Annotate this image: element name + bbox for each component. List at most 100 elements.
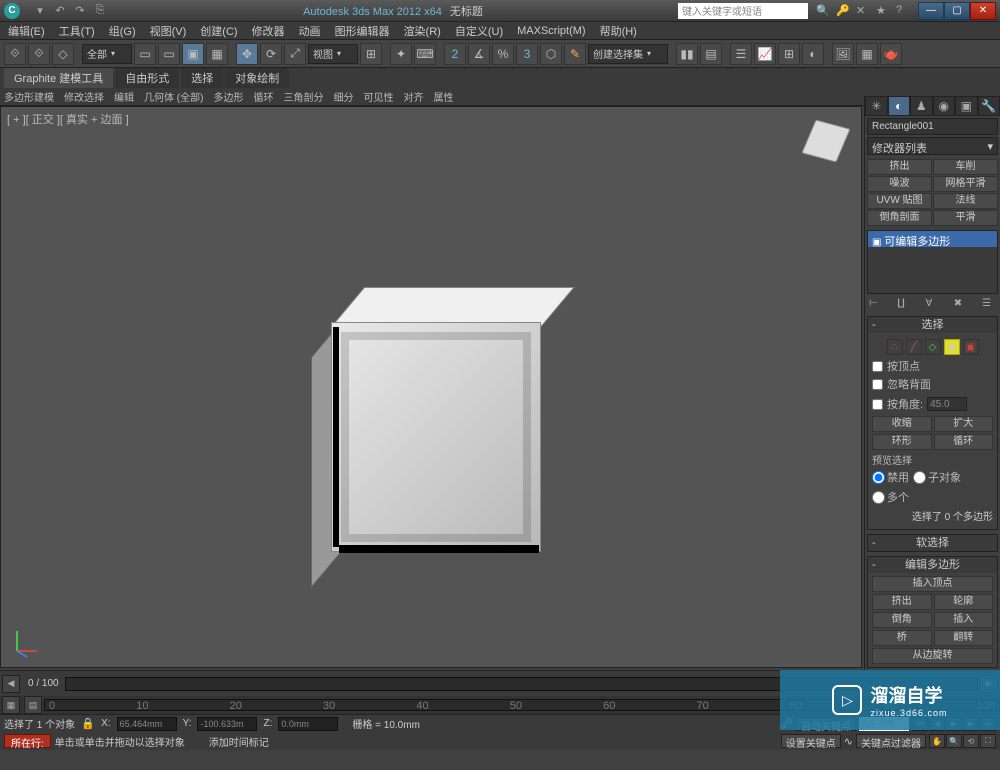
- subobj-vertex-icon[interactable]: ∴: [887, 339, 903, 355]
- ribbon-panel-edit[interactable]: 编辑: [114, 89, 134, 104]
- lock-icon[interactable]: 🔒: [81, 717, 95, 731]
- align-icon[interactable]: ▤: [700, 43, 722, 65]
- preview-subobj-radio[interactable]: 子对象: [913, 469, 961, 485]
- ref-coord-dropdown[interactable]: 视图: [308, 44, 358, 64]
- coord-z[interactable]: 0.0mm: [278, 717, 338, 731]
- qat-link-icon[interactable]: ⎘: [92, 3, 108, 19]
- ribbon-tab-paint[interactable]: 对象绘制: [225, 68, 289, 88]
- move-icon[interactable]: ✥: [236, 43, 258, 65]
- pivot-icon[interactable]: ⊞: [360, 43, 382, 65]
- bridge-button[interactable]: 桥: [872, 630, 932, 646]
- menu-group[interactable]: 组(G): [109, 23, 136, 39]
- material-editor-icon[interactable]: ◐: [802, 43, 824, 65]
- tab-create-icon[interactable]: ✳: [865, 96, 888, 116]
- location-button[interactable]: 所在行:: [4, 734, 51, 748]
- stack-unique-icon[interactable]: ∀: [926, 298, 940, 312]
- mod-noise[interactable]: 噪波: [867, 176, 932, 192]
- menu-edit[interactable]: 编辑(E): [8, 23, 45, 39]
- modifier-stack[interactable]: ▣ 可编辑多边形: [867, 230, 998, 294]
- menu-graph[interactable]: 图形编辑器: [335, 23, 390, 39]
- qat-undo-icon[interactable]: ↶: [52, 3, 68, 19]
- qat-new-icon[interactable]: ▾: [32, 3, 48, 19]
- flip-button[interactable]: 翻转: [934, 630, 994, 646]
- key-filters-button[interactable]: 关键点过滤器: [856, 734, 926, 748]
- subobj-edge-icon[interactable]: ╱: [906, 339, 922, 355]
- timeslider-prev-icon[interactable]: ◀: [2, 675, 20, 693]
- grow-button[interactable]: 扩大: [934, 416, 994, 432]
- render-icon[interactable]: 🫖: [880, 43, 902, 65]
- minimize-button[interactable]: —: [918, 2, 944, 20]
- tab-utilities-icon[interactable]: 🔧: [978, 96, 1000, 116]
- menu-maxscript[interactable]: MAXScript(M): [517, 25, 585, 37]
- unlink-icon[interactable]: ⟐: [28, 43, 50, 65]
- tab-hierarchy-icon[interactable]: ♟: [910, 96, 933, 116]
- ribbon-panel-subdiv[interactable]: 细分: [333, 89, 353, 104]
- select-icon[interactable]: ▭: [134, 43, 156, 65]
- tab-display-icon[interactable]: ▣: [955, 96, 978, 116]
- subobj-polygon-icon[interactable]: ■: [944, 339, 960, 355]
- rollout-selection-header[interactable]: 选择: [868, 317, 997, 333]
- mod-lathe[interactable]: 车削: [933, 159, 998, 175]
- tab-modify-icon[interactable]: ◐: [888, 96, 911, 116]
- menu-views[interactable]: 视图(V): [150, 23, 187, 39]
- snap-angle-icon[interactable]: ∡: [468, 43, 490, 65]
- menu-render[interactable]: 渲染(R): [404, 23, 441, 39]
- stack-show-icon[interactable]: ∐: [897, 298, 911, 312]
- ribbon-panel-vis[interactable]: 可见性: [363, 89, 393, 104]
- trackbar-toggle-icon[interactable]: ▦: [2, 696, 20, 714]
- select-region-icon[interactable]: ▣: [182, 43, 204, 65]
- nav-pan-icon[interactable]: ✋: [929, 734, 945, 748]
- keyboard-icon[interactable]: ⌨: [414, 43, 436, 65]
- inset-button[interactable]: 插入: [934, 612, 994, 628]
- ribbon-tab-freeform[interactable]: 自由形式: [115, 68, 179, 88]
- stack-remove-icon[interactable]: ✖: [954, 298, 968, 312]
- by-vertex-checkbox[interactable]: 按顶点: [872, 358, 993, 374]
- by-angle-checkbox[interactable]: 按角度:: [872, 396, 923, 412]
- menu-animation[interactable]: 动画: [299, 23, 321, 39]
- select-name-icon[interactable]: ▭: [158, 43, 180, 65]
- set-key-button[interactable]: 设置关键点: [781, 734, 841, 748]
- viewport[interactable]: [ + ][ 正交 ][ 真实 + 边面 ]: [0, 106, 862, 668]
- stack-config-icon[interactable]: ☰: [982, 298, 996, 312]
- ribbon-panel-poly[interactable]: 多边形: [213, 89, 243, 104]
- schematic-icon[interactable]: ⊞: [778, 43, 800, 65]
- viewport-label[interactable]: [ + ][ 正交 ][ 真实 + 边面 ]: [7, 111, 129, 127]
- rollout-softsel-header[interactable]: 软选择: [868, 535, 997, 551]
- menu-create[interactable]: 创建(C): [200, 23, 237, 39]
- selection-filter-dropdown[interactable]: 全部: [82, 44, 132, 64]
- manip-icon[interactable]: ✦: [390, 43, 412, 65]
- ribbon-panel-align[interactable]: 对齐: [403, 89, 423, 104]
- scene-object-box[interactable]: [311, 287, 561, 567]
- rotate-icon[interactable]: ⟳: [260, 43, 282, 65]
- ignore-backfacing-checkbox[interactable]: 忽略背面: [872, 376, 993, 392]
- object-name-field[interactable]: Rectangle001: [867, 118, 998, 135]
- menu-customize[interactable]: 自定义(U): [455, 23, 503, 39]
- infocenter-search-icon[interactable]: 🔍: [816, 4, 830, 18]
- outline-button[interactable]: 轮廓: [934, 594, 994, 610]
- window-crossing-icon[interactable]: ▦: [206, 43, 228, 65]
- snap-opts-icon[interactable]: ⬡: [540, 43, 562, 65]
- curve-editor-icon[interactable]: 📈: [754, 43, 776, 65]
- nav-zoom-icon[interactable]: 🔍: [946, 734, 962, 748]
- layers-icon[interactable]: ☰: [730, 43, 752, 65]
- help-search-input[interactable]: 键入关键字或短语: [678, 3, 808, 19]
- preview-multi-radio[interactable]: 多个: [872, 489, 909, 505]
- add-time-tag[interactable]: 添加时间标记: [209, 734, 269, 749]
- coord-x[interactable]: 65.464mm: [117, 717, 177, 731]
- snap-edit-icon[interactable]: ✎: [564, 43, 586, 65]
- ribbon-panel-geom[interactable]: 几何体 (全部): [144, 89, 203, 104]
- ribbon-panel-loops[interactable]: 循环: [253, 89, 273, 104]
- spinner-snap-icon[interactable]: 3: [516, 43, 538, 65]
- maximize-button[interactable]: ▢: [944, 2, 970, 20]
- named-sel-dropdown[interactable]: 创建选择集: [588, 44, 668, 64]
- mod-normal[interactable]: 法线: [933, 193, 998, 209]
- snap-2d-icon[interactable]: 2: [444, 43, 466, 65]
- scale-icon[interactable]: ⤢: [284, 43, 306, 65]
- insert-vertex-button[interactable]: 插入顶点: [872, 576, 993, 592]
- infocenter-signin-icon[interactable]: 🔑: [836, 4, 850, 18]
- extrude-button[interactable]: 挤出: [872, 594, 932, 610]
- subobj-border-icon[interactable]: ◇: [925, 339, 941, 355]
- mod-smooth[interactable]: 平滑: [933, 210, 998, 226]
- ring-button[interactable]: 环形: [872, 434, 932, 450]
- ribbon-tab-selection[interactable]: 选择: [181, 68, 223, 88]
